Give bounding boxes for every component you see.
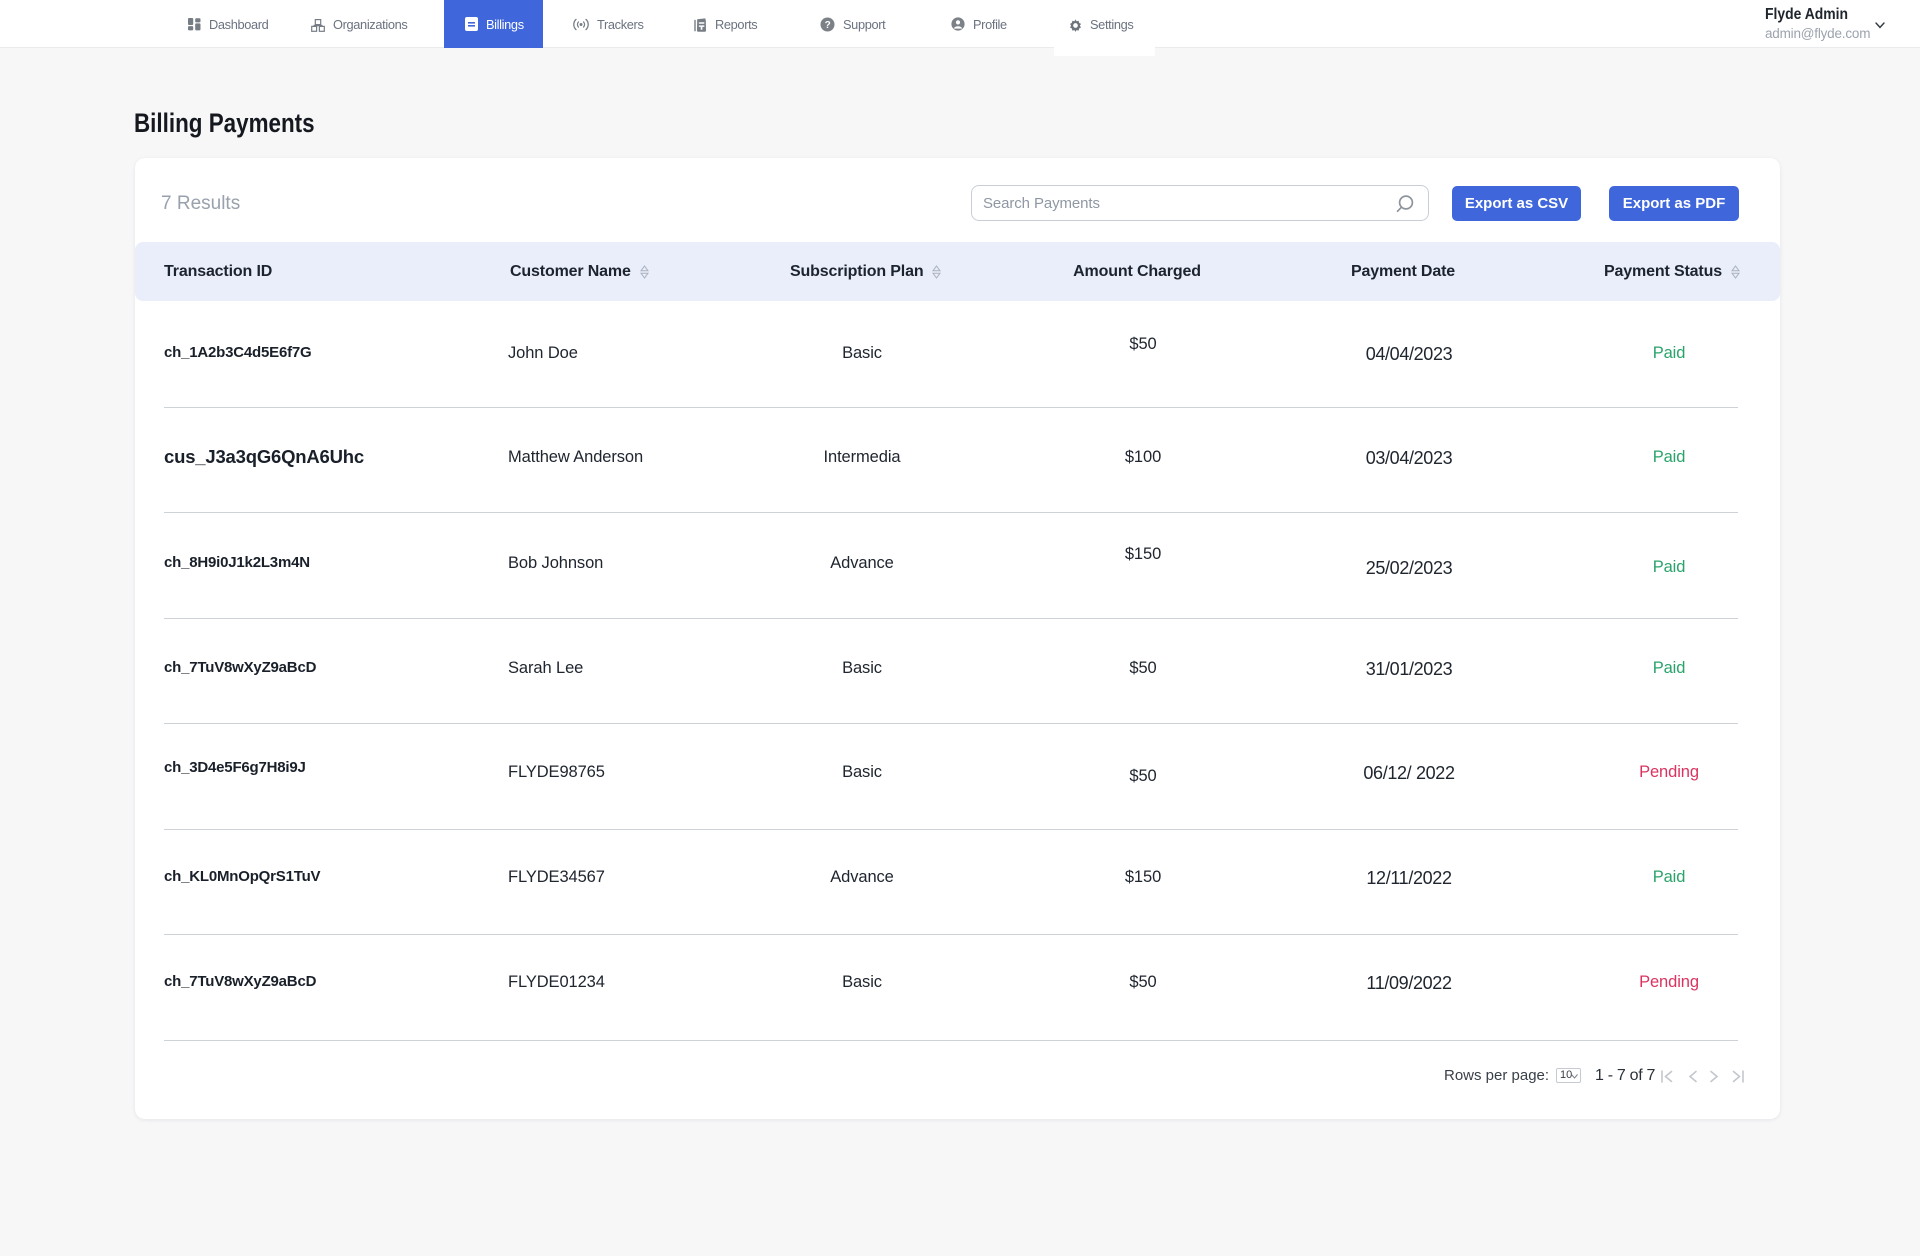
svg-text:?: ? (825, 20, 831, 31)
